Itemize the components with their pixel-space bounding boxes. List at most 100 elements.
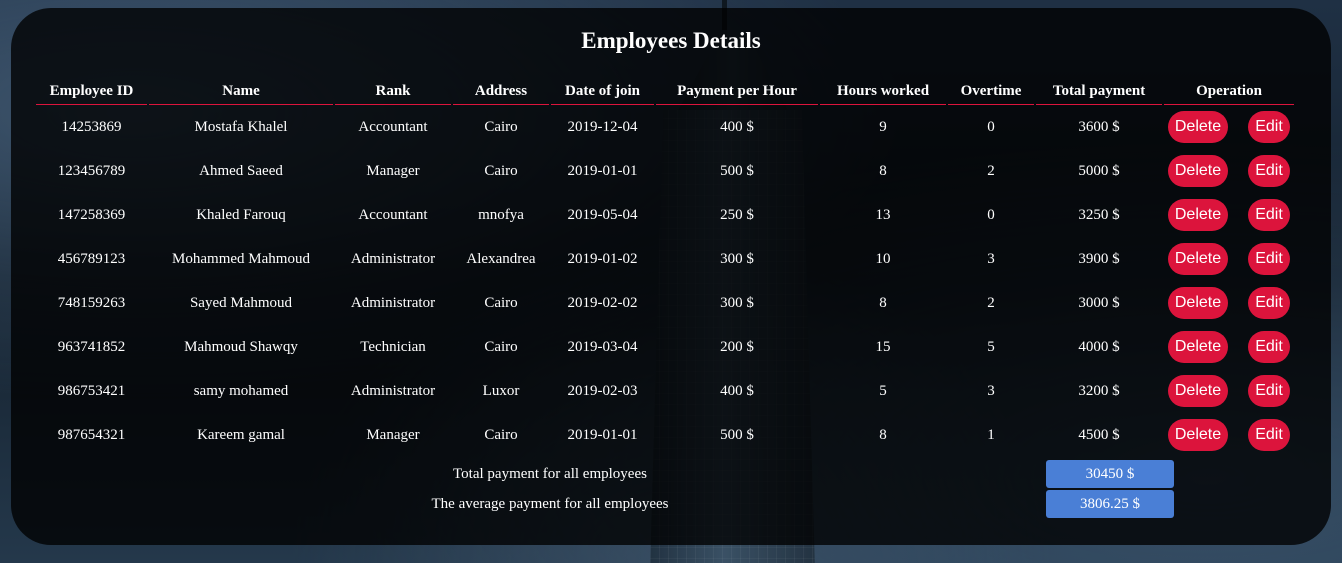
cell-rank: Accountant xyxy=(358,206,428,223)
delete-button[interactable]: Delete xyxy=(1168,155,1228,187)
cell-rank: Accountant xyxy=(358,118,428,135)
table-row: 147258369 Khaled Farouq Accountant mnofya 20… xyxy=(36,193,1294,237)
edit-button[interactable]: Edit xyxy=(1248,199,1290,231)
employees-table: Employee ID Name Rank Address Date of jo… xyxy=(34,78,1296,457)
cell-date-of-join: 2019-01-01 xyxy=(567,426,638,443)
edit-button[interactable]: Edit xyxy=(1248,419,1290,451)
cell-payment-per-hour: 200 $ xyxy=(720,338,754,355)
average-payment-value: 3806.25 $ xyxy=(1046,490,1174,518)
cell-hours-worked: 9 xyxy=(879,118,887,135)
cell-payment-per-hour: 300 $ xyxy=(720,250,754,267)
cell-date-of-join: 2019-01-01 xyxy=(567,162,638,179)
average-payment-label: The average payment for all employees xyxy=(431,496,669,512)
cell-address: mnofya xyxy=(478,206,524,223)
cell-payment-per-hour: 400 $ xyxy=(720,382,754,399)
cell-date-of-join: 2019-05-04 xyxy=(567,206,638,223)
cell-date-of-join: 2019-01-02 xyxy=(567,250,638,267)
cell-total-payment: 3000 $ xyxy=(1078,294,1120,311)
cell-total-payment: 5000 $ xyxy=(1078,162,1120,179)
header-operation: Operation xyxy=(1164,78,1294,105)
cell-hours-worked: 8 xyxy=(879,294,887,311)
cell-operation: Delete Edit xyxy=(1164,281,1294,325)
cell-name: Sayed Mahmoud xyxy=(189,294,293,311)
cell-hours-worked: 8 xyxy=(879,426,887,443)
table-row: 456789123 Mohammed Mahmoud Administrator Al… xyxy=(36,237,1294,281)
delete-button[interactable]: Delete xyxy=(1168,419,1228,451)
cell-overtime: 1 xyxy=(987,426,995,443)
edit-button[interactable]: Edit xyxy=(1248,155,1290,187)
table-row: 986753421 samy mohamed Administrator Luxor 2… xyxy=(36,369,1294,413)
cell-employee-id: 987654321 xyxy=(57,426,126,443)
cell-employee-id: 963741852 xyxy=(57,338,126,355)
cell-employee-id: 748159263 xyxy=(57,294,126,311)
edit-button[interactable]: Edit xyxy=(1248,375,1290,407)
cell-overtime: 3 xyxy=(987,382,995,399)
cell-address: Alexandrea xyxy=(466,250,536,267)
cell-operation: Delete Edit xyxy=(1164,105,1294,149)
cell-overtime: 2 xyxy=(987,162,995,179)
page-title: Employees Details xyxy=(581,28,761,53)
edit-button[interactable]: Edit xyxy=(1248,243,1290,275)
delete-button[interactable]: Delete xyxy=(1168,199,1228,231)
cell-employee-id: 123456789 xyxy=(57,162,126,179)
cell-rank: Administrator xyxy=(350,382,436,399)
cell-rank: Administrator xyxy=(350,250,436,267)
cell-address: Luxor xyxy=(482,382,520,399)
cell-payment-per-hour: 300 $ xyxy=(720,294,754,311)
header-address: Address xyxy=(453,78,549,105)
cell-overtime: 2 xyxy=(987,294,995,311)
delete-button[interactable]: Delete xyxy=(1168,331,1228,363)
row-actions: Delete Edit xyxy=(1168,199,1290,231)
cell-hours-worked: 5 xyxy=(879,382,887,399)
cell-address: Cairo xyxy=(484,294,518,311)
table-header-row: Employee ID Name Rank Address Date of jo… xyxy=(36,78,1294,105)
cell-operation: Delete Edit xyxy=(1164,325,1294,369)
cell-rank: Manager xyxy=(366,426,420,443)
cell-payment-per-hour: 400 $ xyxy=(720,118,754,135)
cell-date-of-join: 2019-02-02 xyxy=(567,294,638,311)
row-actions: Delete Edit xyxy=(1168,287,1290,319)
cell-hours-worked: 10 xyxy=(875,250,891,267)
header-hours-worked: Hours worked xyxy=(820,78,946,105)
header-employee-id: Employee ID xyxy=(36,78,147,105)
average-payment-summary: The average payment for all employees 38… xyxy=(11,490,1331,518)
employees-panel: Employees Details Employee ID Name Rank … xyxy=(11,8,1331,545)
cell-hours-worked: 15 xyxy=(875,338,891,355)
delete-button[interactable]: Delete xyxy=(1168,287,1228,319)
cell-employee-id: 456789123 xyxy=(57,250,126,267)
cell-employee-id: 147258369 xyxy=(57,206,126,223)
cell-name: Mahmoud Shawqy xyxy=(184,338,298,355)
cell-address: Cairo xyxy=(484,162,518,179)
cell-date-of-join: 2019-03-04 xyxy=(567,338,638,355)
cell-hours-worked: 8 xyxy=(879,162,887,179)
cell-total-payment: 3250 $ xyxy=(1078,206,1120,223)
cell-employee-id: 14253869 xyxy=(61,118,122,135)
cell-name: samy mohamed xyxy=(193,382,289,399)
cell-employee-id: 986753421 xyxy=(57,382,126,399)
delete-button[interactable]: Delete xyxy=(1168,375,1228,407)
edit-button[interactable]: Edit xyxy=(1248,287,1290,319)
cell-operation: Delete Edit xyxy=(1164,413,1294,457)
cell-total-payment: 3200 $ xyxy=(1078,382,1120,399)
cell-total-payment: 4500 $ xyxy=(1078,426,1120,443)
cell-operation: Delete Edit xyxy=(1164,237,1294,281)
row-actions: Delete Edit xyxy=(1168,375,1290,407)
row-actions: Delete Edit xyxy=(1168,419,1290,451)
cell-name: Khaled Farouq xyxy=(196,206,286,223)
table-row: 748159263 Sayed Mahmoud Administrator Cairo… xyxy=(36,281,1294,325)
table-row: 123456789 Ahmed Saeed Manager Cairo 2019-01-… xyxy=(36,149,1294,193)
edit-button[interactable]: Edit xyxy=(1248,331,1290,363)
row-actions: Delete Edit xyxy=(1168,331,1290,363)
row-actions: Delete Edit xyxy=(1168,111,1290,143)
cell-payment-per-hour: 250 $ xyxy=(720,206,754,223)
edit-button[interactable]: Edit xyxy=(1248,111,1290,143)
delete-button[interactable]: Delete xyxy=(1168,111,1228,143)
table-row: 987654321 Kareem gamal Manager Cairo 2019-01… xyxy=(36,413,1294,457)
cell-address: Cairo xyxy=(484,338,518,355)
header-date-of-join: Date of join xyxy=(551,78,654,105)
delete-button[interactable]: Delete xyxy=(1168,243,1228,275)
table-row: 14253869 Mostafa Khalel Accountant Cairo 201… xyxy=(36,105,1294,149)
cell-name: Ahmed Saeed xyxy=(199,162,283,179)
table-row: 963741852 Mahmoud Shawqy Technician Cairo 20… xyxy=(36,325,1294,369)
cell-payment-per-hour: 500 $ xyxy=(720,162,754,179)
